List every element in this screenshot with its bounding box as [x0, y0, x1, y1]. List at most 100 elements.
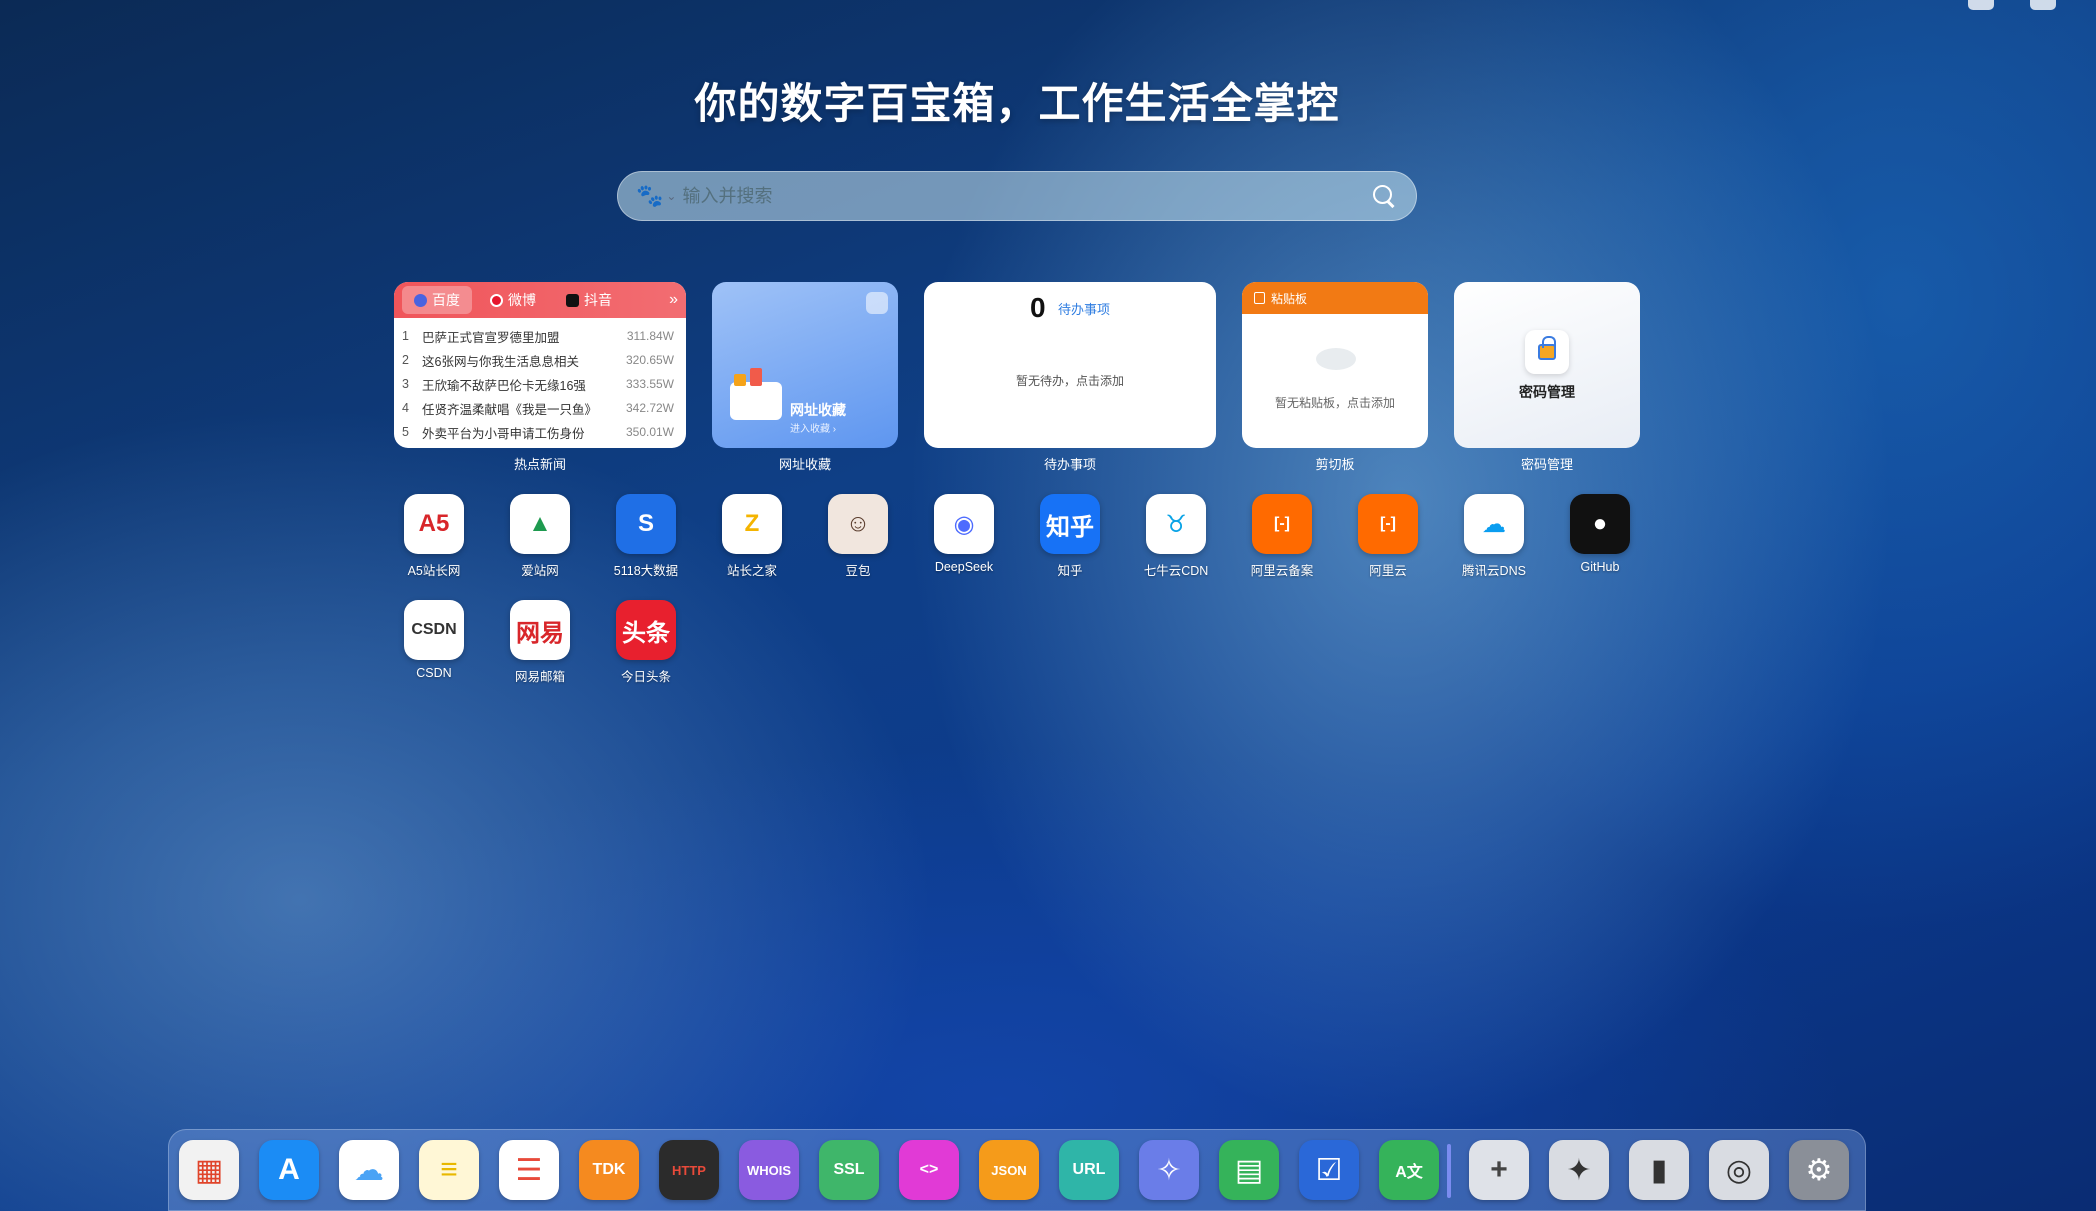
app-shortcut[interactable]: 头条 今日头条: [606, 600, 686, 685]
app-label: 今日头条: [620, 670, 671, 684]
clipboard-widget[interactable]: 粘贴板 暂无粘贴板，点击添加: [1242, 282, 1428, 448]
app-icon: ▲: [510, 494, 570, 554]
app-label: 5118大数据: [613, 564, 679, 578]
app-icon: 知乎: [1040, 494, 1100, 554]
search-bar[interactable]: 🐾 ⌄: [617, 171, 1417, 221]
app-icon: ☁: [1464, 494, 1524, 554]
app-shortcut[interactable]: CSDN CSDN: [394, 600, 474, 680]
app-shortcut[interactable]: [-] 阿里云: [1348, 494, 1428, 579]
list-item[interactable]: 3 王欣瑜不敌萨巴伦卡无缘16强 333.55W: [402, 372, 674, 396]
plugins-icon[interactable]: ✦: [1549, 1140, 1609, 1200]
rank: 3: [402, 377, 409, 391]
notes-icon[interactable]: ≡: [419, 1140, 479, 1200]
baidu-icon: [414, 293, 427, 307]
list-item[interactable]: 5 外卖平台为小哥申请工伤身份 350.01W: [402, 420, 674, 444]
brush-icon[interactable]: ▮: [1629, 1140, 1689, 1200]
add-icon[interactable]: +: [1469, 1140, 1529, 1200]
image-icon[interactable]: ✧: [1139, 1140, 1199, 1200]
search-engine-selector[interactable]: 🐾 ⌄: [636, 183, 676, 209]
app-label: 阿里云: [1369, 564, 1407, 578]
control-icon[interactable]: [2030, 0, 2056, 10]
app-store-icon[interactable]: A: [259, 1140, 319, 1200]
password-widget[interactable]: 密码管理: [1454, 282, 1640, 448]
sheet-icon[interactable]: ▤: [1219, 1140, 1279, 1200]
url-icon[interactable]: URL: [1059, 1140, 1119, 1200]
tab-douyin[interactable]: 抖音: [554, 286, 624, 314]
list-item[interactable]: 1 巴萨正式官宣罗德里加盟 311.84W: [402, 324, 674, 348]
app-shortcut[interactable]: 知乎 知乎: [1030, 494, 1110, 579]
widget-label: 网址收藏: [778, 457, 831, 472]
whois-icon[interactable]: WHOIS: [739, 1140, 799, 1200]
translate-icon[interactable]: A文: [1379, 1140, 1439, 1200]
baidu-paw-icon: 🐾: [636, 183, 664, 208]
control-icon[interactable]: [1968, 0, 1994, 10]
dock-separator: [1447, 1144, 1451, 1198]
app-icon: Z: [722, 494, 782, 554]
heat-value: 320.65W: [625, 353, 674, 367]
app-shortcut[interactable]: ▲ 爱站网: [500, 494, 580, 579]
tab-label: 百度: [432, 292, 460, 308]
app-label: 知乎: [1057, 564, 1083, 578]
lock-icon: [1525, 330, 1569, 374]
tdk-icon[interactable]: TDK: [579, 1140, 639, 1200]
list-item[interactable]: 2 这6张网与你我生活息息相关 320.65W: [402, 348, 674, 372]
clipboard-empty-text[interactable]: 暂无粘贴板，点击添加: [1242, 394, 1428, 411]
tab-label: 抖音: [584, 292, 612, 308]
code-icon[interactable]: <>: [899, 1140, 959, 1200]
todo-empty-text[interactable]: 暂无待办，点击添加: [924, 372, 1216, 389]
reminders-icon[interactable]: ☰: [499, 1140, 559, 1200]
app-icon: ☺: [828, 494, 888, 554]
hot-news-widget[interactable]: 百度 微博 抖音 » 1 巴萨正式官宣罗德里加盟 311.84W 2 这6张网与你我生…: [394, 282, 686, 448]
app-shortcut[interactable]: A5 A5站长网: [394, 494, 474, 579]
app-label: DeepSeek: [934, 560, 994, 574]
widget-label: 热点新闻: [513, 457, 566, 472]
app-icon: 网易: [510, 600, 570, 660]
home-icon: [866, 292, 888, 314]
app-shortcut[interactable]: S 5118大数据: [606, 494, 686, 579]
json-icon[interactable]: JSON: [979, 1140, 1039, 1200]
tab-baidu[interactable]: 百度: [402, 286, 472, 314]
app-shortcut[interactable]: ♉ 七牛云CDN: [1136, 494, 1216, 579]
douyin-icon: [566, 293, 579, 307]
bookmark-widget[interactable]: 网址收藏 进入收藏 ›: [712, 282, 898, 448]
app-icon: ●: [1570, 494, 1630, 554]
news-title: 这6张网与你我生活息息相关: [422, 354, 579, 369]
news-title: 任贤齐温柔献唱《我是一只鱼》: [422, 402, 598, 417]
tab-weibo[interactable]: 微博: [478, 286, 548, 314]
news-title: 王欣瑜不敌萨巴伦卡无缘16强: [422, 378, 586, 393]
clipboard-title: 粘贴板: [1271, 291, 1308, 306]
http-header-icon[interactable]: HTTP: [659, 1140, 719, 1200]
form-icon[interactable]: ☑: [1299, 1140, 1359, 1200]
launchpad-icon[interactable]: ▦: [179, 1140, 239, 1200]
app-icon: S: [616, 494, 676, 554]
app-shortcut[interactable]: Z 站长之家: [712, 494, 792, 579]
ssl-icon[interactable]: SSL: [819, 1140, 879, 1200]
system-settings-icon[interactable]: ⚙: [1789, 1140, 1849, 1200]
todo-widget[interactable]: 0 待办事项 暂无待办，点击添加: [924, 282, 1216, 448]
widget-label: 剪切板: [1315, 457, 1355, 472]
settings-toggle-icon[interactable]: ◎: [1709, 1140, 1769, 1200]
app-shortcut[interactable]: ☁ 腾讯云DNS: [1454, 494, 1534, 579]
app-label: A5站长网: [407, 564, 461, 578]
heat-value: 311.84W: [626, 329, 674, 343]
icloud-icon[interactable]: ☁: [339, 1140, 399, 1200]
search-icon[interactable]: [1370, 182, 1398, 210]
app-shortcut[interactable]: 网易 网易邮箱: [500, 600, 580, 685]
app-label: 站长之家: [726, 564, 777, 578]
list-item[interactable]: 4 任贤齐温柔献唱《我是一只鱼》 342.72W: [402, 396, 674, 420]
app-shortcut[interactable]: [-] 阿里云备案: [1242, 494, 1322, 579]
rank: 1: [402, 329, 409, 343]
app-shortcut[interactable]: ◉ DeepSeek: [924, 494, 1004, 574]
news-title: 巴萨正式官宣罗德里加盟: [422, 330, 560, 345]
app-icon: ♉: [1146, 494, 1206, 554]
app-shortcut[interactable]: ☺ 豆包: [818, 494, 898, 579]
more-icon[interactable]: »: [669, 291, 678, 309]
todo-title: 待办事项: [1058, 301, 1111, 317]
tab-label: 微博: [508, 292, 536, 308]
bookmark-subtitle[interactable]: 进入收藏 ›: [790, 420, 836, 435]
app-shortcut[interactable]: ● GitHub: [1560, 494, 1640, 574]
password-title: 密码管理: [1519, 384, 1575, 400]
search-input[interactable]: [682, 185, 1370, 207]
bookmark-title: 网址收藏: [790, 402, 846, 418]
app-label: 腾讯云DNS: [1462, 564, 1526, 578]
